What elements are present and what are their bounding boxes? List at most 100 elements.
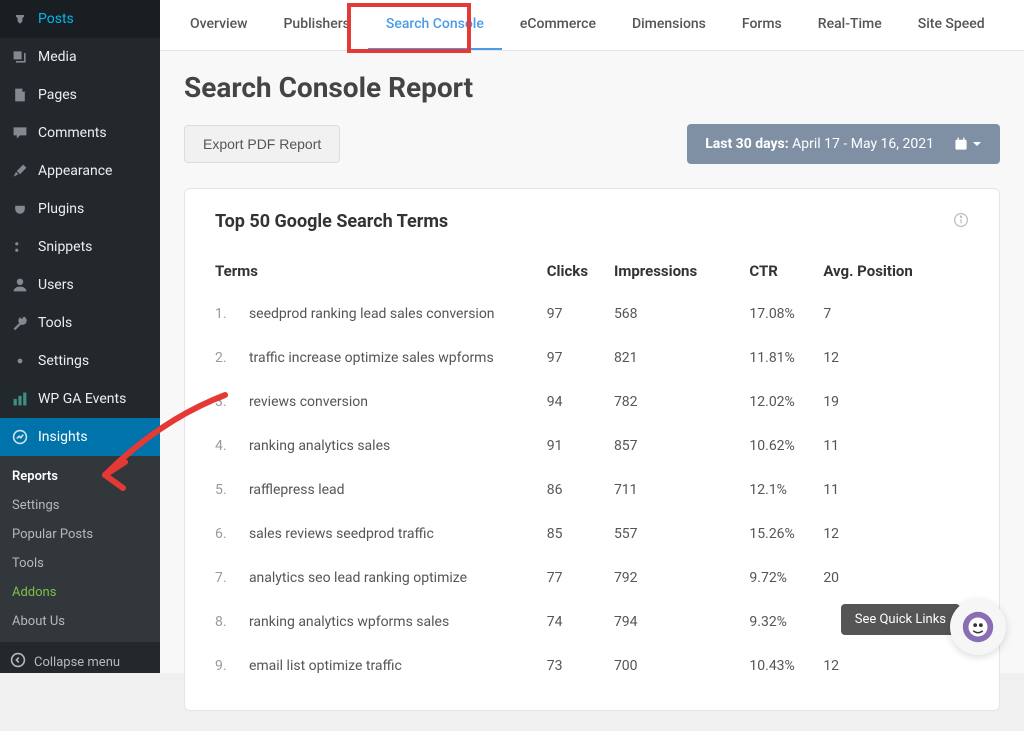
row-ctr: 17.08% <box>749 292 823 336</box>
th-impressions: Impressions <box>614 250 749 292</box>
page-title: Search Console Report <box>184 71 1000 104</box>
quick-links-tooltip[interactable]: See Quick Links <box>841 604 960 635</box>
sidebar-label: Appearance <box>38 163 112 179</box>
table-row: 7. analytics seo lead ranking optimize 7… <box>215 556 969 600</box>
row-clicks: 91 <box>547 424 614 468</box>
sidebar-label: Pages <box>38 87 77 103</box>
row-ctr: 10.62% <box>749 424 823 468</box>
sidebar-submenu: Reports Settings Popular Posts Tools Add… <box>0 456 160 642</box>
row-ctr: 9.32% <box>749 600 823 644</box>
tab-ecommerce[interactable]: eCommerce <box>502 0 614 50</box>
sidebar-item-pages[interactable]: Pages <box>0 76 160 114</box>
submenu-addons[interactable]: Addons <box>0 578 160 607</box>
comment-icon <box>10 123 30 143</box>
ga-icon <box>10 389 30 409</box>
card-title: Top 50 Google Search Terms <box>215 211 448 232</box>
row-number: 1. <box>215 292 249 336</box>
sidebar-item-users[interactable]: Users <box>0 266 160 304</box>
tab-overview[interactable]: Overview <box>172 0 265 50</box>
row-number: 5. <box>215 468 249 512</box>
table-row: 2. traffic increase optimize sales wpfor… <box>215 336 969 380</box>
row-impressions: 700 <box>614 644 749 688</box>
tab-dimensions[interactable]: Dimensions <box>614 0 724 50</box>
row-term: ranking analytics sales <box>249 424 547 468</box>
row-term: rafflepress lead <box>249 468 547 512</box>
wp-admin-sidebar: Posts Media Pages Comments Appearance Pl… <box>0 0 160 673</box>
row-impressions: 711 <box>614 468 749 512</box>
row-number: 7. <box>215 556 249 600</box>
row-impressions: 782 <box>614 380 749 424</box>
sidebar-item-tools[interactable]: Tools <box>0 304 160 342</box>
row-impressions: 568 <box>614 292 749 336</box>
export-pdf-button[interactable]: Export PDF Report <box>184 125 340 163</box>
sidebar-label: Insights <box>38 429 88 445</box>
row-term: traffic increase optimize sales wpforms <box>249 336 547 380</box>
mascot-button[interactable] <box>950 599 1006 655</box>
tab-real-time[interactable]: Real-Time <box>800 0 900 50</box>
row-clicks: 97 <box>547 292 614 336</box>
tab-search-console[interactable]: Search Console <box>368 0 502 50</box>
row-clicks: 85 <box>547 512 614 556</box>
row-number: 4. <box>215 424 249 468</box>
row-clicks: 86 <box>547 468 614 512</box>
tab-forms[interactable]: Forms <box>724 0 800 50</box>
row-clicks: 97 <box>547 336 614 380</box>
row-number: 8. <box>215 600 249 644</box>
row-number: 2. <box>215 336 249 380</box>
submenu-tools[interactable]: Tools <box>0 549 160 578</box>
sidebar-label: Snippets <box>38 239 92 255</box>
row-term: reviews conversion <box>249 380 547 424</box>
submenu-reports[interactable]: Reports <box>0 462 160 491</box>
collapse-menu-button[interactable]: Collapse menu <box>0 642 160 682</box>
sidebar-item-wp-ga-events[interactable]: WP GA Events <box>0 380 160 418</box>
date-range-picker[interactable]: Last 30 days: April 17 - May 16, 2021 <box>687 124 1000 164</box>
row-term: analytics seo lead ranking optimize <box>249 556 547 600</box>
row-term: seedprod ranking lead sales conversion <box>249 292 547 336</box>
row-clicks: 74 <box>547 600 614 644</box>
row-position: 19 <box>823 380 969 424</box>
sidebar-item-posts[interactable]: Posts <box>0 0 160 38</box>
gear-icon <box>10 351 30 371</box>
wrench-icon <box>10 313 30 333</box>
row-term: email list optimize traffic <box>249 644 547 688</box>
row-clicks: 94 <box>547 380 614 424</box>
row-position: 20 <box>823 556 969 600</box>
row-ctr: 12.02% <box>749 380 823 424</box>
tab-site-speed[interactable]: Site Speed <box>900 0 1003 50</box>
sidebar-label: Tools <box>38 315 72 331</box>
row-ctr: 11.81% <box>749 336 823 380</box>
info-icon[interactable] <box>953 212 969 232</box>
th-terms: Terms <box>215 250 547 292</box>
row-ctr: 10.43% <box>749 644 823 688</box>
calendar-icon <box>954 137 982 151</box>
sidebar-item-comments[interactable]: Comments <box>0 114 160 152</box>
sidebar-item-appearance[interactable]: Appearance <box>0 152 160 190</box>
row-clicks: 77 <box>547 556 614 600</box>
submenu-settings[interactable]: Settings <box>0 491 160 520</box>
row-position: 11 <box>823 424 969 468</box>
pin-icon <box>10 9 30 29</box>
sidebar-label: WP GA Events <box>38 391 126 407</box>
main-content: Overview Publishers Search Console eComm… <box>160 0 1024 673</box>
submenu-about-us[interactable]: About Us <box>0 607 160 636</box>
page-icon <box>10 85 30 105</box>
table-row: 4. ranking analytics sales 91 857 10.62%… <box>215 424 969 468</box>
sidebar-item-settings[interactable]: Settings <box>0 342 160 380</box>
submenu-popular-posts[interactable]: Popular Posts <box>0 520 160 549</box>
sidebar-item-media[interactable]: Media <box>0 38 160 76</box>
brush-icon <box>10 161 30 181</box>
th-clicks: Clicks <box>547 250 614 292</box>
row-ctr: 15.26% <box>749 512 823 556</box>
sidebar-item-insights[interactable]: Insights <box>0 418 160 456</box>
row-position: 12 <box>823 512 969 556</box>
toolbar: Export PDF Report Last 30 days: April 17… <box>184 124 1000 164</box>
sidebar-item-snippets[interactable]: Snippets <box>0 228 160 266</box>
collapse-icon <box>10 652 26 672</box>
row-term: ranking analytics wpforms sales <box>249 600 547 644</box>
row-impressions: 792 <box>614 556 749 600</box>
tab-publishers[interactable]: Publishers <box>265 0 367 50</box>
sidebar-item-plugins[interactable]: Plugins <box>0 190 160 228</box>
row-impressions: 557 <box>614 512 749 556</box>
report-tabs: Overview Publishers Search Console eComm… <box>160 0 1024 51</box>
row-number: 9. <box>215 644 249 688</box>
